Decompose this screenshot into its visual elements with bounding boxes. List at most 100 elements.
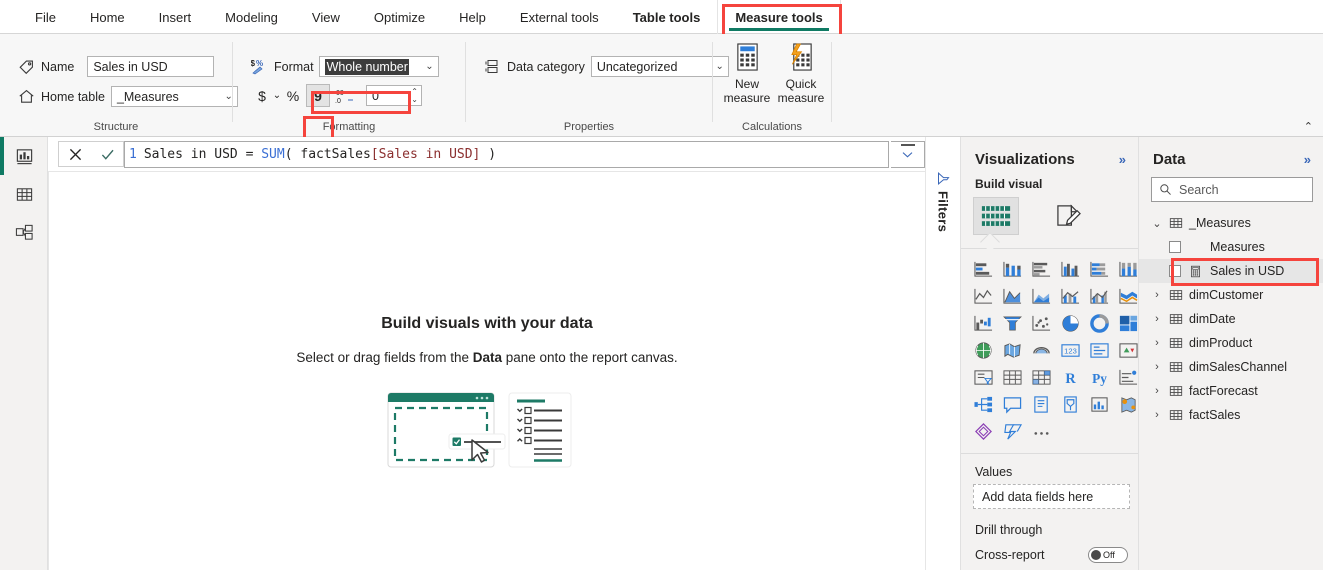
data-category-select[interactable]: Uncategorized ⌄ bbox=[590, 56, 729, 77]
chevron-right-icon[interactable]: › bbox=[1151, 289, 1163, 301]
viz-type-table[interactable] bbox=[998, 365, 1026, 389]
viz-type-r-script-visual[interactable]: R bbox=[1056, 365, 1084, 389]
ribbon-tab-measure-tools[interactable]: Measure tools bbox=[717, 0, 841, 34]
data-search-input[interactable]: Search bbox=[1151, 177, 1313, 202]
viz-type-waterfall-chart[interactable] bbox=[969, 311, 997, 335]
field-checkbox[interactable] bbox=[1169, 265, 1181, 277]
viz-type-python-visual[interactable]: Py bbox=[1085, 365, 1113, 389]
data-tree-item-dimdate[interactable]: › dimDate bbox=[1139, 307, 1323, 331]
viz-type-smart-narrative[interactable] bbox=[1027, 392, 1055, 416]
sidebar-item-model-view[interactable] bbox=[0, 213, 48, 251]
new-measure-button[interactable]: New measure bbox=[719, 40, 775, 105]
viz-type-azure-map[interactable] bbox=[1114, 392, 1142, 416]
data-tree-item-factforecast[interactable]: › factForecast bbox=[1139, 379, 1323, 403]
chevron-right-icon[interactable]: › bbox=[1151, 409, 1163, 421]
ribbon-tab-file[interactable]: File bbox=[18, 0, 73, 34]
chevron-right-icon[interactable]: › bbox=[1151, 385, 1163, 397]
viz-type-filled-map[interactable] bbox=[998, 338, 1026, 362]
ribbon-tab-external-tools[interactable]: External tools bbox=[503, 0, 616, 34]
report-canvas[interactable]: Build visuals with your data Select or d… bbox=[48, 171, 925, 570]
viz-type-stacked-bar-chart[interactable] bbox=[969, 257, 997, 281]
viz-type-clustered-bar-chart[interactable] bbox=[1027, 257, 1055, 281]
viz-type-slicer[interactable] bbox=[969, 365, 997, 389]
accept-formula-button[interactable] bbox=[91, 142, 123, 166]
viz-type-q-and-a[interactable] bbox=[998, 392, 1026, 416]
data-tree-item-measures[interactable]: ⌄ _Measures bbox=[1139, 211, 1323, 235]
viz-type-line-and-clustered-column-chart[interactable] bbox=[1085, 284, 1113, 308]
viz-type-arcgis-map[interactable] bbox=[1027, 338, 1055, 362]
viz-type-stacked-column-chart[interactable] bbox=[998, 257, 1026, 281]
viz-type-power-automate[interactable] bbox=[998, 419, 1026, 443]
group-label-calculations: Calculations bbox=[742, 121, 802, 133]
ribbon-tab-help[interactable]: Help bbox=[442, 0, 503, 34]
cancel-formula-button[interactable] bbox=[59, 142, 91, 166]
viz-type-line-and-stacked-column-chart[interactable] bbox=[1056, 284, 1084, 308]
sidebar-item-report-view[interactable] bbox=[0, 137, 48, 175]
chevron-right-icon[interactable]: › bbox=[1151, 337, 1163, 349]
build-visual-format-button[interactable] bbox=[1045, 197, 1091, 235]
measure-calculator-icon bbox=[1189, 265, 1202, 278]
quick-measure-button[interactable]: Quick measure bbox=[773, 40, 829, 105]
viz-type-multi-row-card[interactable] bbox=[1085, 338, 1113, 362]
viz-type-key-influencers[interactable] bbox=[1114, 365, 1142, 389]
viz-type-matrix[interactable] bbox=[1027, 365, 1055, 389]
stepper-arrows-icon[interactable]: ⌃ ⌄ bbox=[411, 88, 418, 104]
data-tree-item-dimsaleschannel[interactable]: › dimSalesChannel bbox=[1139, 355, 1323, 379]
ribbon-tab-table-tools[interactable]: Table tools bbox=[616, 0, 718, 34]
field-checkbox[interactable] bbox=[1169, 241, 1181, 253]
decimal-places-icon-button[interactable]: 00 .0 bbox=[332, 84, 356, 107]
dax-formula-input[interactable]: 1 Sales in USD = SUM( factSales[Sales in… bbox=[124, 140, 889, 168]
ribbon-tab-home[interactable]: Home bbox=[73, 0, 142, 34]
viz-type-decomposition-tree[interactable] bbox=[969, 392, 997, 416]
viz-type-clustered-column-chart[interactable] bbox=[1056, 257, 1084, 281]
data-tree-item-dimcustomer[interactable]: › dimCustomer bbox=[1139, 283, 1323, 307]
ribbon-tab-insert[interactable]: Insert bbox=[142, 0, 209, 34]
viz-type-donut-chart[interactable] bbox=[1085, 311, 1113, 335]
viz-type-area-chart[interactable] bbox=[998, 284, 1026, 308]
ribbon-tab-optimize[interactable]: Optimize bbox=[357, 0, 442, 34]
format-select[interactable]: Whole number ⌄ bbox=[318, 56, 439, 77]
viz-type-line-chart[interactable] bbox=[969, 284, 997, 308]
home-table-select[interactable]: _Measures ⌄ bbox=[110, 86, 238, 107]
viz-type-power-apps[interactable] bbox=[1085, 392, 1113, 416]
viz-type-treemap[interactable] bbox=[1114, 311, 1142, 335]
viz-type-scatter-chart[interactable] bbox=[1027, 311, 1055, 335]
chevron-down-icon[interactable]: ⌄ bbox=[1151, 217, 1163, 230]
data-tree-item-sales-in-usd[interactable]: Sales in USD bbox=[1139, 259, 1323, 283]
viz-type-100-stacked-column-chart[interactable] bbox=[1114, 257, 1142, 281]
sidebar-item-table-view[interactable] bbox=[0, 175, 48, 213]
viz-type-card[interactable]: 123 bbox=[1056, 338, 1084, 362]
viz-type-map[interactable] bbox=[969, 338, 997, 362]
data-tree-item-dimproduct[interactable]: › dimProduct bbox=[1139, 331, 1323, 355]
filters-pane-collapsed[interactable]: Filters bbox=[925, 137, 961, 570]
currency-format-button[interactable]: $ bbox=[253, 84, 271, 107]
viz-type-funnel-chart[interactable] bbox=[998, 311, 1026, 335]
data-tree-item-measures[interactable]: Measures bbox=[1139, 235, 1323, 259]
formula-bar-expand-button[interactable] bbox=[891, 140, 925, 168]
viz-type-pie-chart[interactable] bbox=[1056, 311, 1084, 335]
cross-report-toggle[interactable]: Off bbox=[1088, 547, 1128, 563]
viz-type-ribbon-chart[interactable] bbox=[1114, 284, 1142, 308]
viz-type-stacked-area-chart[interactable] bbox=[1027, 284, 1055, 308]
viz-type-kpi[interactable] bbox=[1114, 338, 1142, 362]
viz-type-100-stacked-bar-chart[interactable] bbox=[1085, 257, 1113, 281]
viz-type-paginated-report[interactable] bbox=[1056, 392, 1084, 416]
values-dropzone[interactable]: Add data fields here bbox=[973, 484, 1130, 509]
collapse-pane-icon[interactable]: » bbox=[1119, 152, 1126, 167]
ribbon-tab-view[interactable]: View bbox=[295, 0, 357, 34]
build-visual-fields-button[interactable] bbox=[973, 197, 1019, 235]
viz-type-get-more-visuals[interactable] bbox=[969, 419, 997, 443]
percent-format-button[interactable]: % bbox=[283, 84, 303, 107]
resize-grip-icon[interactable] bbox=[900, 143, 915, 146]
ribbon-collapse-button[interactable]: ⌃ bbox=[1304, 120, 1313, 133]
thousands-separator-button[interactable]: 9 bbox=[306, 84, 330, 107]
collapse-pane-icon[interactable]: » bbox=[1304, 152, 1311, 167]
chevron-right-icon[interactable]: › bbox=[1151, 313, 1163, 325]
currency-dropdown-button[interactable]: ⌄ bbox=[271, 84, 283, 107]
ribbon-tab-modeling[interactable]: Modeling bbox=[208, 0, 295, 34]
data-tree-item-factsales[interactable]: › factSales bbox=[1139, 403, 1323, 427]
chevron-right-icon[interactable]: › bbox=[1151, 361, 1163, 373]
viz-type-more-options[interactable] bbox=[1027, 419, 1055, 443]
decimal-places-stepper[interactable]: 0 ⌃ ⌄ bbox=[366, 85, 422, 106]
measure-name-input[interactable]: Sales in USD bbox=[87, 56, 215, 77]
